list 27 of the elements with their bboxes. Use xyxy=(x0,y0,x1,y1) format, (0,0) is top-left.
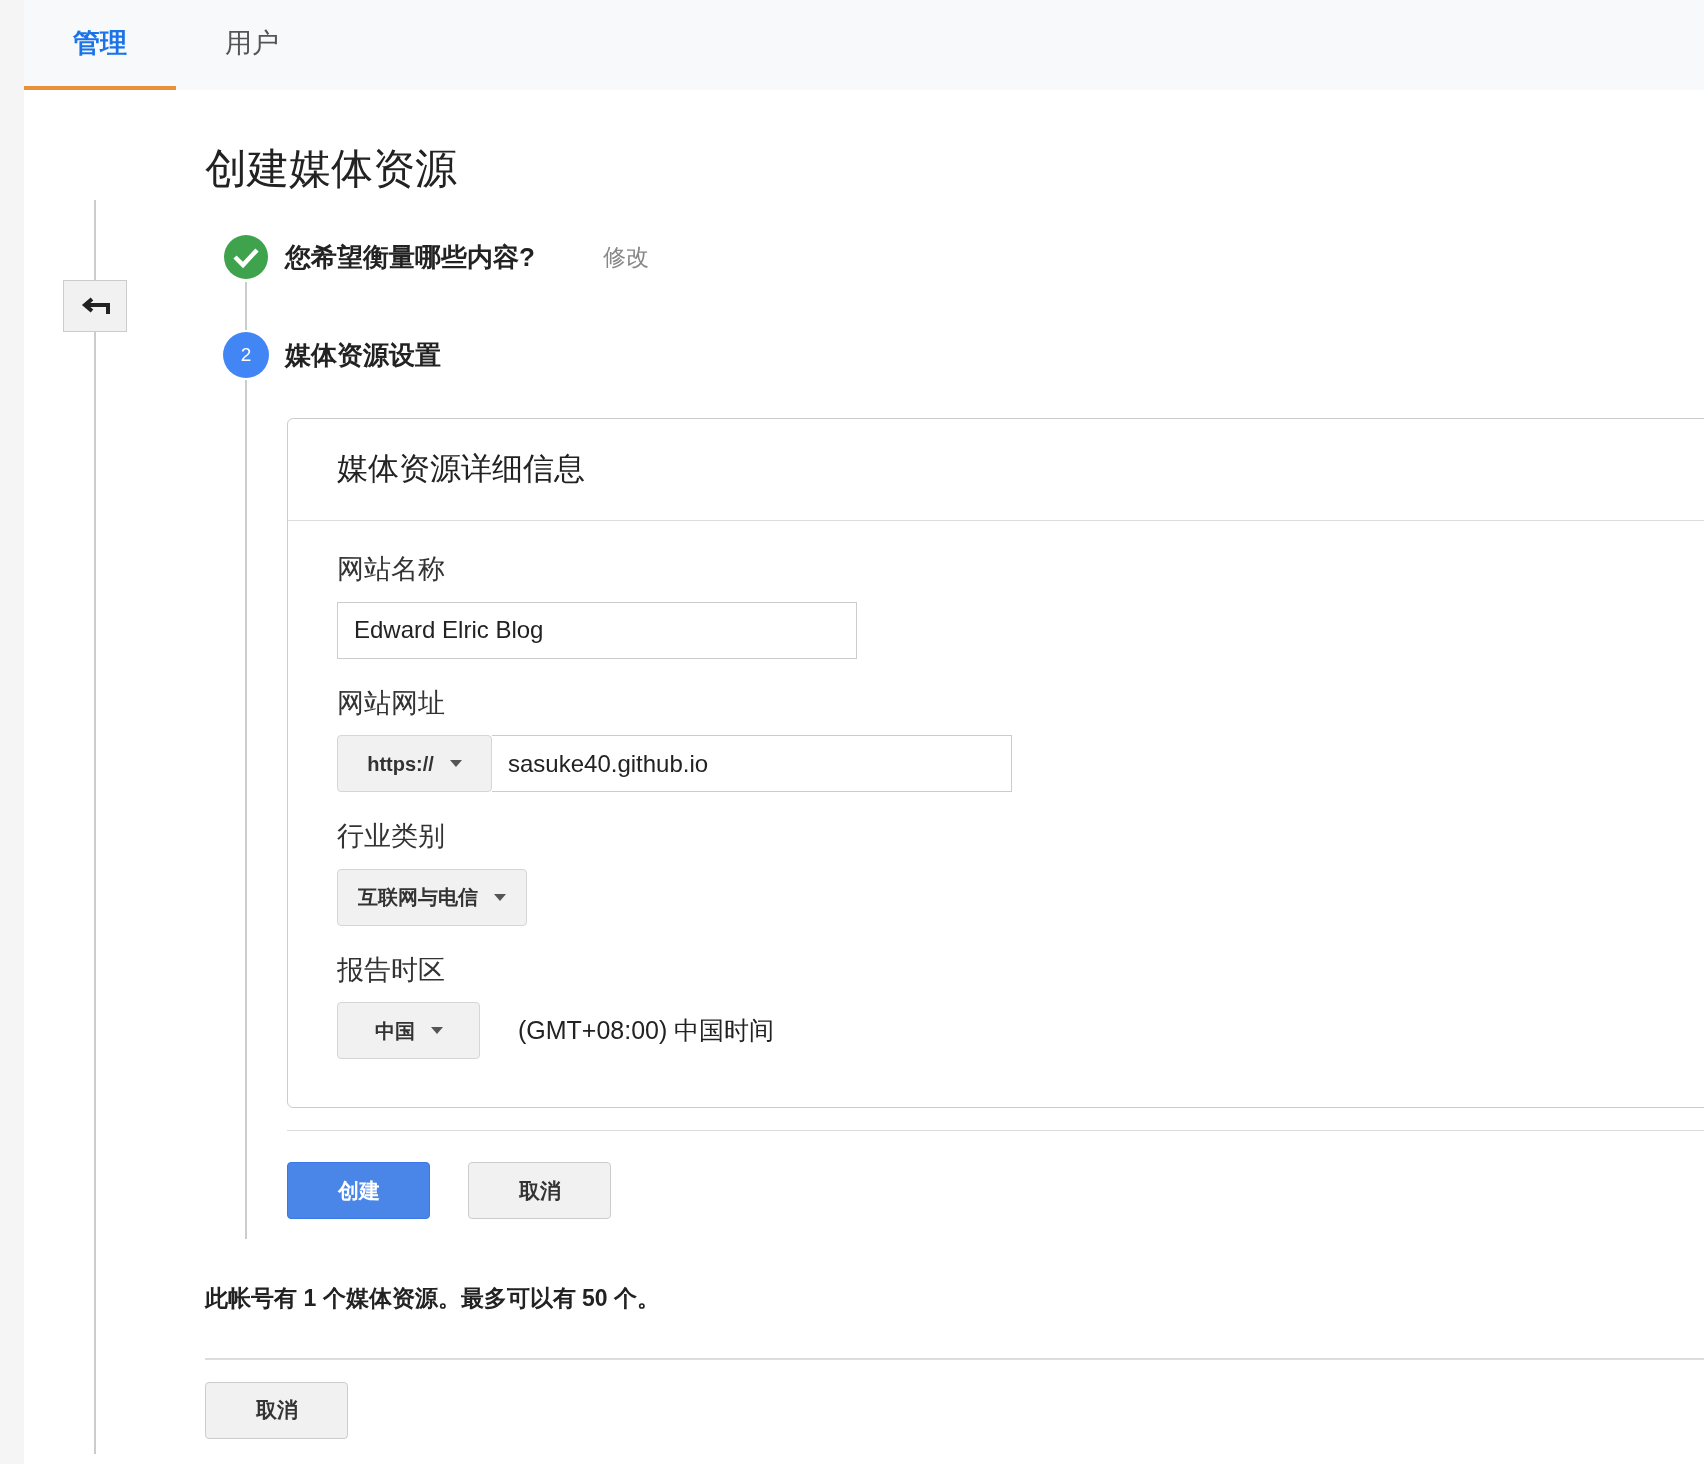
caret-icon xyxy=(449,760,462,767)
create-button[interactable]: 创建 xyxy=(287,1162,430,1219)
property-count-note: 此帐号有 1 个媒体资源。最多可以有 50 个。 xyxy=(205,1284,661,1313)
page-title: 创建媒体资源 xyxy=(205,148,457,190)
edit-link[interactable]: 修改 xyxy=(602,239,649,275)
field-label: 网站名称 xyxy=(337,553,446,586)
tab[interactable]: 用户 xyxy=(176,0,328,90)
step-number: 2 xyxy=(223,332,269,378)
protocol-dropdown[interactable]: https:// xyxy=(337,735,492,792)
cancel-button[interactable]: 取消 xyxy=(205,1381,348,1439)
cancel-button[interactable]: 取消 xyxy=(468,1162,611,1219)
site-name-field[interactable]: Edward Elric Blog xyxy=(337,601,857,659)
caret-icon xyxy=(494,893,506,901)
industry-dropdown[interactable]: 互联网与电信 xyxy=(337,868,527,926)
country-dropdown[interactable]: 中国 xyxy=(337,1002,480,1059)
back-button[interactable] xyxy=(63,280,127,332)
tab[interactable]: 管理 xyxy=(24,0,176,90)
step-label: 媒体资源设置 xyxy=(285,338,441,372)
back-arrow-icon xyxy=(80,296,110,316)
caret-icon xyxy=(430,1027,443,1034)
card-title: 媒体资源详细信息 xyxy=(337,450,585,489)
site-url-field[interactable]: sasuke40.github.io xyxy=(492,735,1012,792)
field-label: 报告时区 xyxy=(337,953,446,987)
field-label: 行业类别 xyxy=(337,820,446,853)
field-label: 网站网址 xyxy=(337,686,446,720)
step-label: 您希望衡量哪些内容? xyxy=(285,240,535,274)
timezone-text: (GMT+08:00) 中国时间 xyxy=(518,1014,775,1046)
